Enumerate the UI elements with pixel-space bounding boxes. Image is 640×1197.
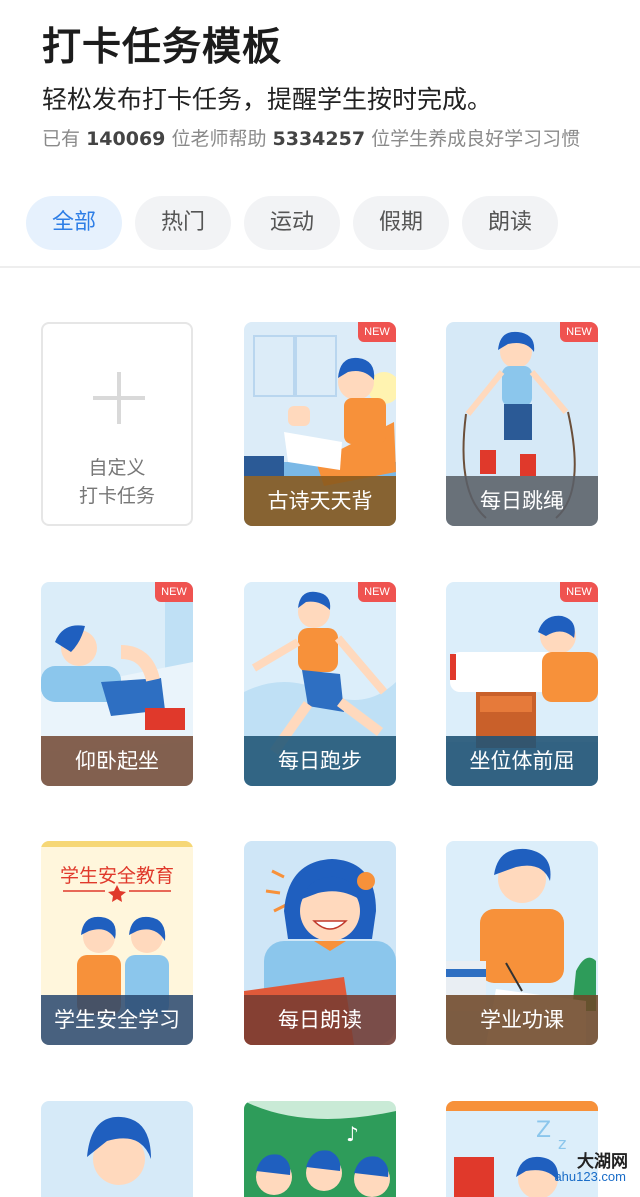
template-card-situps[interactable]: 仰卧起坐 NEW (41, 582, 193, 786)
tab-holiday[interactable]: 假期 (353, 196, 449, 250)
template-card-homework[interactable]: 学业功课 (446, 841, 598, 1045)
page-title: 打卡任务模板 (42, 25, 283, 70)
usage-stats: 已有 140069 位老师帮助 5334257 位学生养成良好学习习惯 (42, 124, 580, 151)
teacher-count: 140069 (86, 128, 166, 150)
template-card-partial-1[interactable] (41, 1101, 193, 1197)
template-card-reading[interactable]: 每日朗读 (244, 841, 396, 1045)
template-card-poem[interactable]: 古诗天天背 NEW (244, 322, 396, 526)
new-badge: NEW (358, 322, 396, 342)
card-label: 每日跑步 (244, 736, 396, 786)
tab-all[interactable]: 全部 (26, 196, 122, 250)
custom-card-line2: 打卡任务 (78, 485, 155, 507)
svg-text:Z: Z (536, 1118, 551, 1143)
template-card-partial-2[interactable]: ♪ (244, 1101, 396, 1197)
tabs-divider (0, 266, 640, 268)
plus-icon (93, 372, 145, 424)
student-count: 5334257 (272, 128, 366, 150)
card-label: 仰卧起坐 (41, 736, 193, 786)
stats-mid: 位老师帮助 (171, 128, 267, 150)
card-label: 学业功课 (446, 995, 598, 1045)
partial-illustration-2: ♪ (244, 1101, 396, 1197)
card-label: 每日跳绳 (446, 476, 598, 526)
page-subtitle: 轻松发布打卡任务，提醒学生按时完成。 (42, 85, 493, 114)
card-label: 古诗天天背 (244, 476, 396, 526)
stats-suffix: 位学生养成良好学习习惯 (371, 128, 581, 150)
tab-sports[interactable]: 运动 (244, 196, 340, 250)
new-badge: NEW (560, 322, 598, 342)
custom-task-card[interactable]: 自定义 打卡任务 (41, 322, 193, 526)
stats-prefix: 已有 (42, 128, 81, 150)
tab-reading[interactable]: 朗读 (462, 196, 558, 250)
template-card-running[interactable]: 每日跑步 NEW (244, 582, 396, 786)
template-card-jump-rope[interactable]: 每日跳绳 NEW (446, 322, 598, 526)
template-card-sit-reach[interactable]: 坐位体前屈 NEW (446, 582, 598, 786)
new-badge: NEW (560, 582, 598, 602)
poster-title: 学生安全教育 (59, 865, 174, 887)
card-label: 坐位体前屈 (446, 736, 598, 786)
new-badge: NEW (358, 582, 396, 602)
watermark-sub: ahu123.com (554, 1169, 626, 1184)
tab-hot[interactable]: 热门 (135, 196, 231, 250)
svg-text:♪: ♪ (346, 1122, 359, 1146)
new-badge: NEW (155, 582, 193, 602)
card-label: 学生安全学习 (41, 995, 193, 1045)
custom-card-line1: 自定义 (88, 457, 146, 479)
site-watermark: 大湖网 ahu123.com (512, 1145, 632, 1191)
card-label: 每日朗读 (244, 995, 396, 1045)
template-card-safety[interactable]: 学生安全教育 学生安全学习 (41, 841, 193, 1045)
partial-illustration-1 (41, 1101, 193, 1197)
